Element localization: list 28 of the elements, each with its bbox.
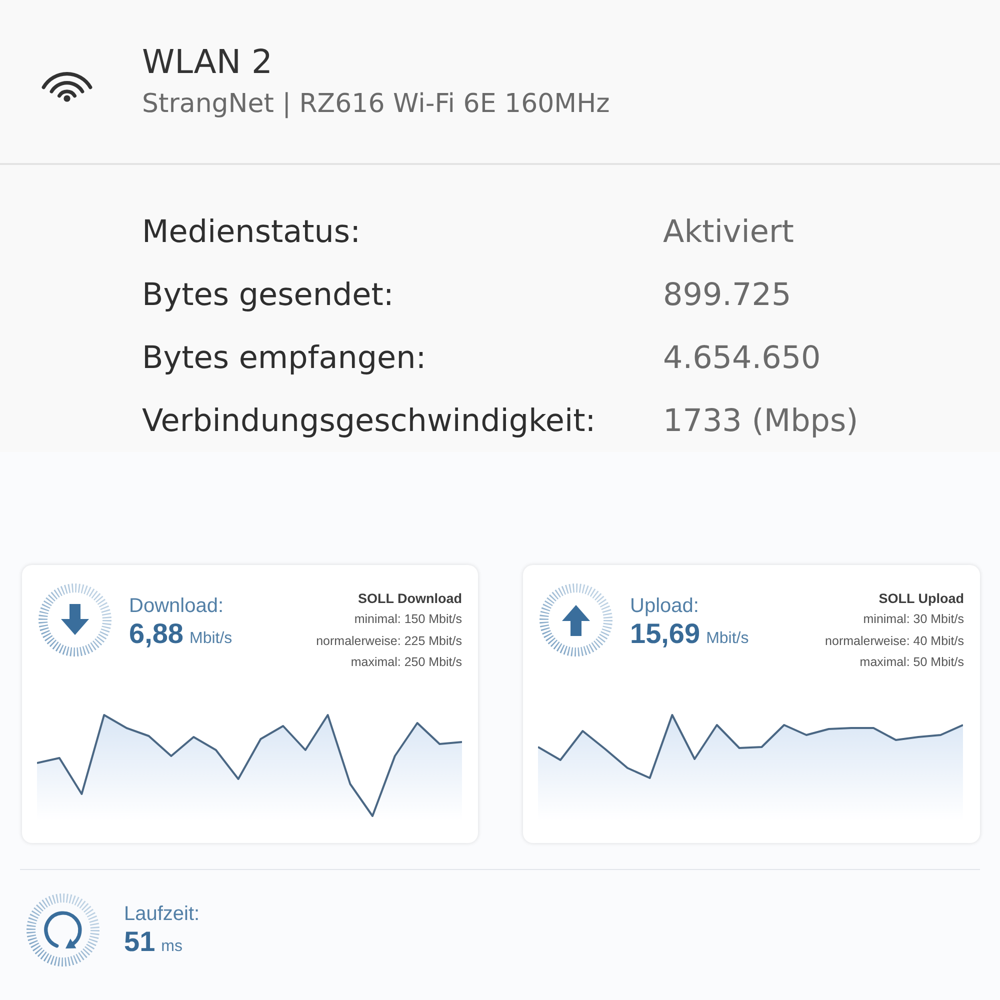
detail-label: Bytes empfangen: [142,340,428,376]
target-line: normalerweise: 225 Mbit/s [316,632,462,650]
network-subtitle: StrangNet | RZ616 Wi-Fi 6E 160MHz [142,88,610,121]
speed-label: Upload: [630,594,700,618]
target-line: maximal: 250 Mbit/s [350,654,462,671]
refresh-icon [26,893,100,967]
network-title: WLAN 2 [142,41,274,83]
target-title: SOLL Download [358,590,462,608]
latency-value: 51 [124,926,156,958]
speed-value: 6,88 [129,618,184,650]
speed-unit: Mbit/s [706,630,749,648]
detail-label: Medienstatus: [142,214,362,250]
latency-unit: ms [161,938,182,956]
detail-value: 899.725 [663,276,792,312]
target-line: minimal: 30 Mbit/s [863,611,964,628]
speed-unit: Mbit/s [190,630,232,648]
detail-label: Verbindungsgeschwindigkeit: [142,402,597,438]
speed-label: Download: [129,594,225,618]
target-line: minimal: 150 Mbit/s [354,611,462,628]
latency-label: Laufzeit: [124,902,200,926]
detail-value: 4.654.650 [663,340,822,376]
detail-label: Bytes gesendet: [142,276,395,312]
speed-value: 15,69 [630,618,700,650]
target-line: maximal: 50 Mbit/s [860,654,964,671]
target-line: normalerweise: 40 Mbit/s [825,632,964,650]
target-title: SOLL Upload [878,590,964,608]
detail-value: 1733 (Mbps) [663,402,860,438]
detail-value: Aktiviert [663,214,795,250]
